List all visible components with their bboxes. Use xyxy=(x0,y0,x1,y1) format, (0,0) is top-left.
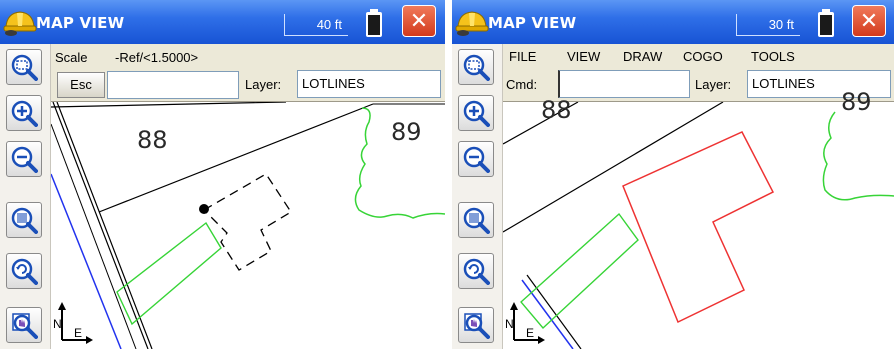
close-button[interactable]: ✕ xyxy=(402,5,436,37)
map-drawing xyxy=(51,102,445,349)
pan-icon xyxy=(12,313,38,339)
scale-indicator: 40 ft xyxy=(284,14,348,36)
window-title: MAP VIEW xyxy=(36,14,125,32)
panel-divider xyxy=(445,0,452,349)
menu-cogo[interactable]: COGO xyxy=(683,49,723,64)
title-bar: MAP VIEW 40 ft ✕ xyxy=(0,0,445,44)
zoom-previous-button[interactable] xyxy=(6,253,42,289)
battery-icon xyxy=(818,9,834,37)
zoom-out-button[interactable] xyxy=(6,141,42,177)
map-drawing xyxy=(503,102,894,349)
zoom-window-icon xyxy=(463,54,490,81)
scale-prompt: -Ref/<1.5000> xyxy=(115,50,199,65)
esc-button[interactable]: Esc xyxy=(57,72,105,98)
layer-label: Layer: xyxy=(695,77,732,92)
zoom-in-button[interactable] xyxy=(458,95,494,131)
north-east-arrow-icon: N E xyxy=(505,302,545,344)
zoom-toolbar xyxy=(0,44,51,349)
command-area: Scale -Ref/<1.5000> Esc Layer: LOTLINES xyxy=(51,44,445,102)
north-label: N xyxy=(53,317,62,331)
zoom-toolbar xyxy=(452,44,503,349)
hardhat-app-icon xyxy=(455,11,489,36)
menu-tools[interactable]: TOOLS xyxy=(751,49,795,64)
command-area: FILE VIEW DRAW COGO TOOLS Cmd: Layer: LO… xyxy=(503,44,894,102)
zoom-window-button[interactable] xyxy=(6,49,42,85)
hardhat-app-icon xyxy=(3,11,37,36)
east-label: E xyxy=(74,326,82,340)
zoom-window-button[interactable] xyxy=(458,49,494,85)
command-input[interactable] xyxy=(107,71,239,99)
lot-89-label: 89 xyxy=(391,118,422,146)
window-title: MAP VIEW xyxy=(488,14,577,32)
staked-building xyxy=(622,131,775,324)
tree-line xyxy=(822,111,894,201)
east-label: E xyxy=(526,326,534,340)
selected-point xyxy=(199,204,209,214)
map-canvas[interactable]: 88 89 xyxy=(503,88,894,349)
zoom-extents-icon xyxy=(463,207,490,234)
lot-line xyxy=(51,102,287,108)
zoom-in-icon xyxy=(463,100,490,127)
zoom-out-icon xyxy=(11,146,38,173)
map-canvas[interactable]: 88 89 xyxy=(51,102,445,349)
zoom-extents-icon xyxy=(11,207,38,234)
zoom-previous-icon xyxy=(463,258,490,285)
zoom-out-icon xyxy=(463,146,490,173)
map-view-right: MAP VIEW 30 ft ✕ FILE VIEW DRAW COGO TOO… xyxy=(452,0,894,349)
north-east-arrow-icon: N E xyxy=(53,302,93,344)
lot-88-label: 88 xyxy=(541,96,572,124)
command-input[interactable] xyxy=(558,70,690,98)
battery-icon xyxy=(366,9,382,37)
zoom-window-icon xyxy=(11,54,38,81)
lot-line xyxy=(98,103,374,213)
close-button[interactable]: ✕ xyxy=(852,5,886,37)
lot-88-label: 88 xyxy=(137,126,168,154)
lot-89-label: 89 xyxy=(841,88,872,116)
layer-label: Layer: xyxy=(245,77,282,92)
menu-draw[interactable]: DRAW xyxy=(623,49,662,64)
pan-button[interactable] xyxy=(6,307,42,343)
zoom-out-button[interactable] xyxy=(458,141,494,177)
layer-field[interactable]: LOTLINES xyxy=(297,70,441,98)
menu-view[interactable]: VIEW xyxy=(567,49,600,64)
menu-file[interactable]: FILE xyxy=(509,49,536,64)
proposed-building xyxy=(202,173,292,271)
lot-line xyxy=(503,102,724,233)
scale-label: Scale xyxy=(55,50,88,65)
zoom-extents-button[interactable] xyxy=(6,202,42,238)
pan-icon xyxy=(464,313,490,339)
zoom-previous-icon xyxy=(11,258,38,285)
zoom-in-icon xyxy=(11,100,38,127)
cmd-label: Cmd: xyxy=(506,77,538,92)
scale-indicator: 30 ft xyxy=(736,14,800,36)
zoom-in-button[interactable] xyxy=(6,95,42,131)
title-bar: MAP VIEW 30 ft ✕ xyxy=(452,0,894,44)
map-view-left: MAP VIEW 40 ft ✕ Scale -Ref/<1.5000> Esc… xyxy=(0,0,445,349)
zoom-extents-button[interactable] xyxy=(458,202,494,238)
north-label: N xyxy=(505,317,514,331)
pan-button[interactable] xyxy=(458,307,494,343)
zoom-previous-button[interactable] xyxy=(458,253,494,289)
